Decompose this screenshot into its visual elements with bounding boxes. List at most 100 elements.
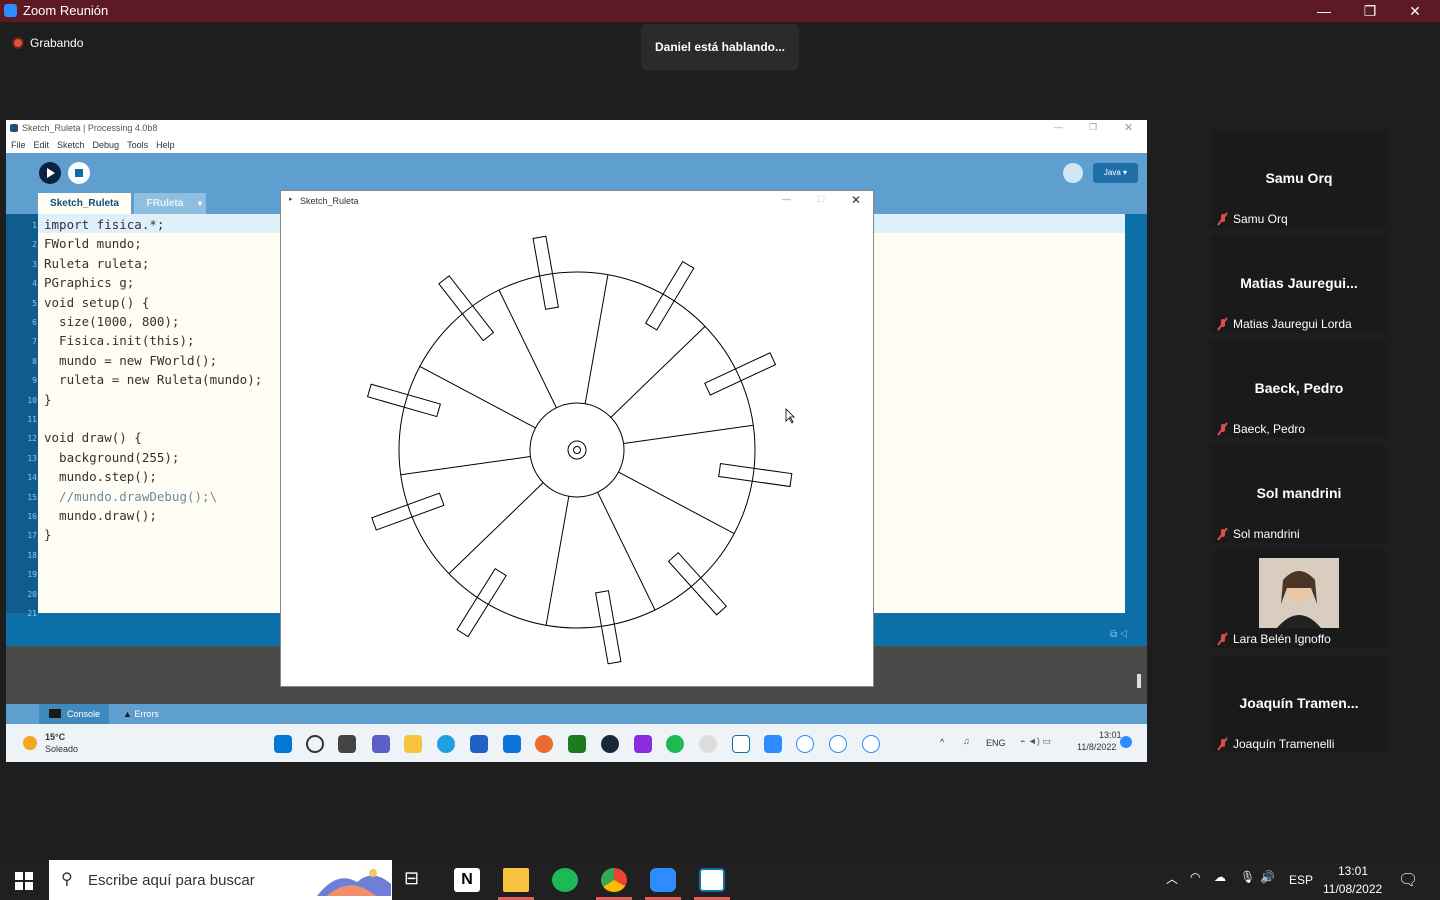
console-tab-label: Console (67, 709, 101, 719)
mic-icon[interactable]: ♫ (963, 736, 970, 746)
wheel-peg (371, 492, 445, 531)
recording-indicator[interactable]: Grabando (12, 36, 83, 50)
wheel-spoke (419, 365, 536, 429)
search-icon[interactable] (306, 735, 324, 753)
processing-run-icon[interactable] (862, 735, 880, 753)
wheel-spoke (448, 482, 544, 575)
windows-start-icon[interactable] (15, 872, 33, 890)
minimize-button[interactable]: — (1301, 0, 1347, 22)
taskbar-search[interactable]: ⚲ Escribe aquí para buscar (49, 860, 392, 900)
app-icon[interactable] (634, 735, 652, 753)
chevron-up-icon[interactable]: ^ (940, 737, 944, 747)
muted-mic-icon (1217, 632, 1228, 646)
line-number: 8 (32, 356, 37, 366)
zoom-icon[interactable] (764, 735, 782, 753)
firefox-icon[interactable] (535, 735, 553, 753)
wheel-peg (718, 463, 793, 488)
restore-button[interactable]: ❐ (1347, 0, 1393, 22)
file-explorer-icon[interactable] (503, 868, 529, 892)
taskview-icon[interactable] (338, 735, 356, 753)
sketch-close-icon[interactable]: ✕ (851, 193, 861, 207)
start-icon[interactable] (274, 735, 292, 753)
muted-mic-icon (1217, 212, 1228, 226)
roulette-canvas[interactable] (281, 211, 873, 686)
status-icon[interactable]: ⧉ ◁ (1110, 629, 1128, 640)
xbox-icon[interactable] (568, 735, 586, 753)
code-line: void draw() { (44, 430, 142, 446)
participant-display-name: Matias Jauregui... (1240, 275, 1358, 291)
console-tab[interactable]: Console (39, 704, 109, 724)
zoom-icon[interactable] (650, 868, 676, 892)
tray-chevron-icon[interactable]: ︿ (1166, 870, 1178, 887)
search-icon: ⚲ (61, 871, 73, 888)
line-number: 6 (32, 318, 37, 327)
console-scrollbar[interactable] (1137, 674, 1141, 688)
taskbar-time: 13:01 (1338, 864, 1369, 878)
participant-display-name: Sol mandrini (1256, 485, 1342, 501)
processing-run-icon[interactable] (796, 735, 814, 753)
code-line: size(1000, 800); (44, 314, 180, 329)
participant-card[interactable]: Matias Jauregui... Matias Jauregui Lorda (1211, 235, 1387, 333)
line-number: 12 (27, 434, 37, 444)
processing-run-icon[interactable] (829, 735, 847, 753)
chrome-icon[interactable] (699, 735, 717, 753)
zoom-app-icon (4, 4, 17, 17)
spotify-icon[interactable] (666, 735, 684, 753)
processing-icon[interactable] (732, 735, 750, 753)
participant-card[interactable]: Samu Orq Samu Orq (1211, 130, 1387, 228)
weather-temp: 15°C (45, 732, 66, 742)
spotify-icon[interactable] (552, 868, 578, 892)
shared-lang[interactable]: ENG (986, 738, 1006, 748)
warning-icon: ▲ (123, 709, 132, 719)
edge-icon[interactable] (437, 735, 455, 753)
code-line: Ruleta ruleta; (44, 255, 150, 271)
volume-icon[interactable]: 🔊 (1260, 870, 1275, 884)
microphone-icon[interactable]: 🎙 (1240, 870, 1255, 884)
steam-icon[interactable] (601, 735, 619, 753)
sketch-titlebar: ▸ Sketch_Ruleta — ☐ ✕ (281, 191, 873, 211)
taskbar-lang[interactable]: ESP (1289, 873, 1313, 887)
notion-icon[interactable]: N (454, 868, 480, 892)
recording-label: Grabando (30, 36, 84, 50)
muted-mic-icon (1217, 737, 1228, 751)
wifi-icon[interactable]: ◠ (1190, 870, 1200, 884)
participant-card[interactable]: Sol mandrini Sol mandrini (1211, 445, 1387, 543)
sketch-maximize-icon[interactable]: ☐ (817, 194, 825, 205)
task-view-icon[interactable]: ⊟ (404, 868, 430, 892)
store-icon[interactable] (470, 735, 488, 753)
code-line: void setup() { (44, 294, 150, 310)
close-button[interactable]: ✕ (1392, 0, 1438, 22)
folder-icon[interactable] (404, 735, 422, 753)
code-line: background(255); (44, 449, 180, 465)
line-number: 4 (32, 279, 37, 289)
notification-icon[interactable] (1120, 736, 1132, 748)
network-icon[interactable]: ⌁ ◄) ▭ (1020, 736, 1051, 747)
sketch-window[interactable]: ▸ Sketch_Ruleta — ☐ ✕ (280, 190, 874, 687)
sketch-minimize-icon[interactable]: — (782, 194, 791, 204)
code-line: import fisica.*; (44, 217, 165, 232)
weather-desc: Soleado (45, 744, 79, 754)
participant-card[interactable]: Baeck, Pedro Baeck, Pedro (1211, 340, 1387, 438)
errors-tab[interactable]: ▲ Errors (123, 704, 159, 724)
chat-icon[interactable] (372, 735, 390, 753)
participant-card[interactable]: Joaquín Tramen... Joaquín Tramenelli (1211, 655, 1387, 753)
code-line: mundo.draw(); (44, 508, 157, 523)
participant-card[interactable]: Lara Belén Ignoffo (1211, 550, 1387, 648)
wheel-spoke (618, 471, 735, 535)
mail-icon[interactable] (503, 735, 521, 753)
line-number: 14 (27, 473, 37, 483)
participant-display-name: Samu Orq (1265, 170, 1333, 186)
line-number: 1 (32, 221, 37, 230)
processing-icon[interactable] (699, 868, 725, 892)
chrome-icon[interactable] (601, 868, 627, 892)
participant-video (1259, 558, 1339, 628)
line-number: 13 (27, 453, 37, 463)
wheel-spoke (610, 325, 706, 418)
zoom-window-title: Zoom Reunión (23, 3, 109, 18)
muted-mic-icon (1217, 422, 1228, 436)
code-line: Fisica.init(this); (44, 333, 195, 349)
participant-name: Lara Belén Ignoffo (1233, 632, 1331, 646)
line-number: 18 (27, 550, 37, 560)
notification-center-icon[interactable]: 🗨 (1398, 870, 1418, 890)
cloud-icon[interactable]: ☁ (1214, 870, 1226, 884)
